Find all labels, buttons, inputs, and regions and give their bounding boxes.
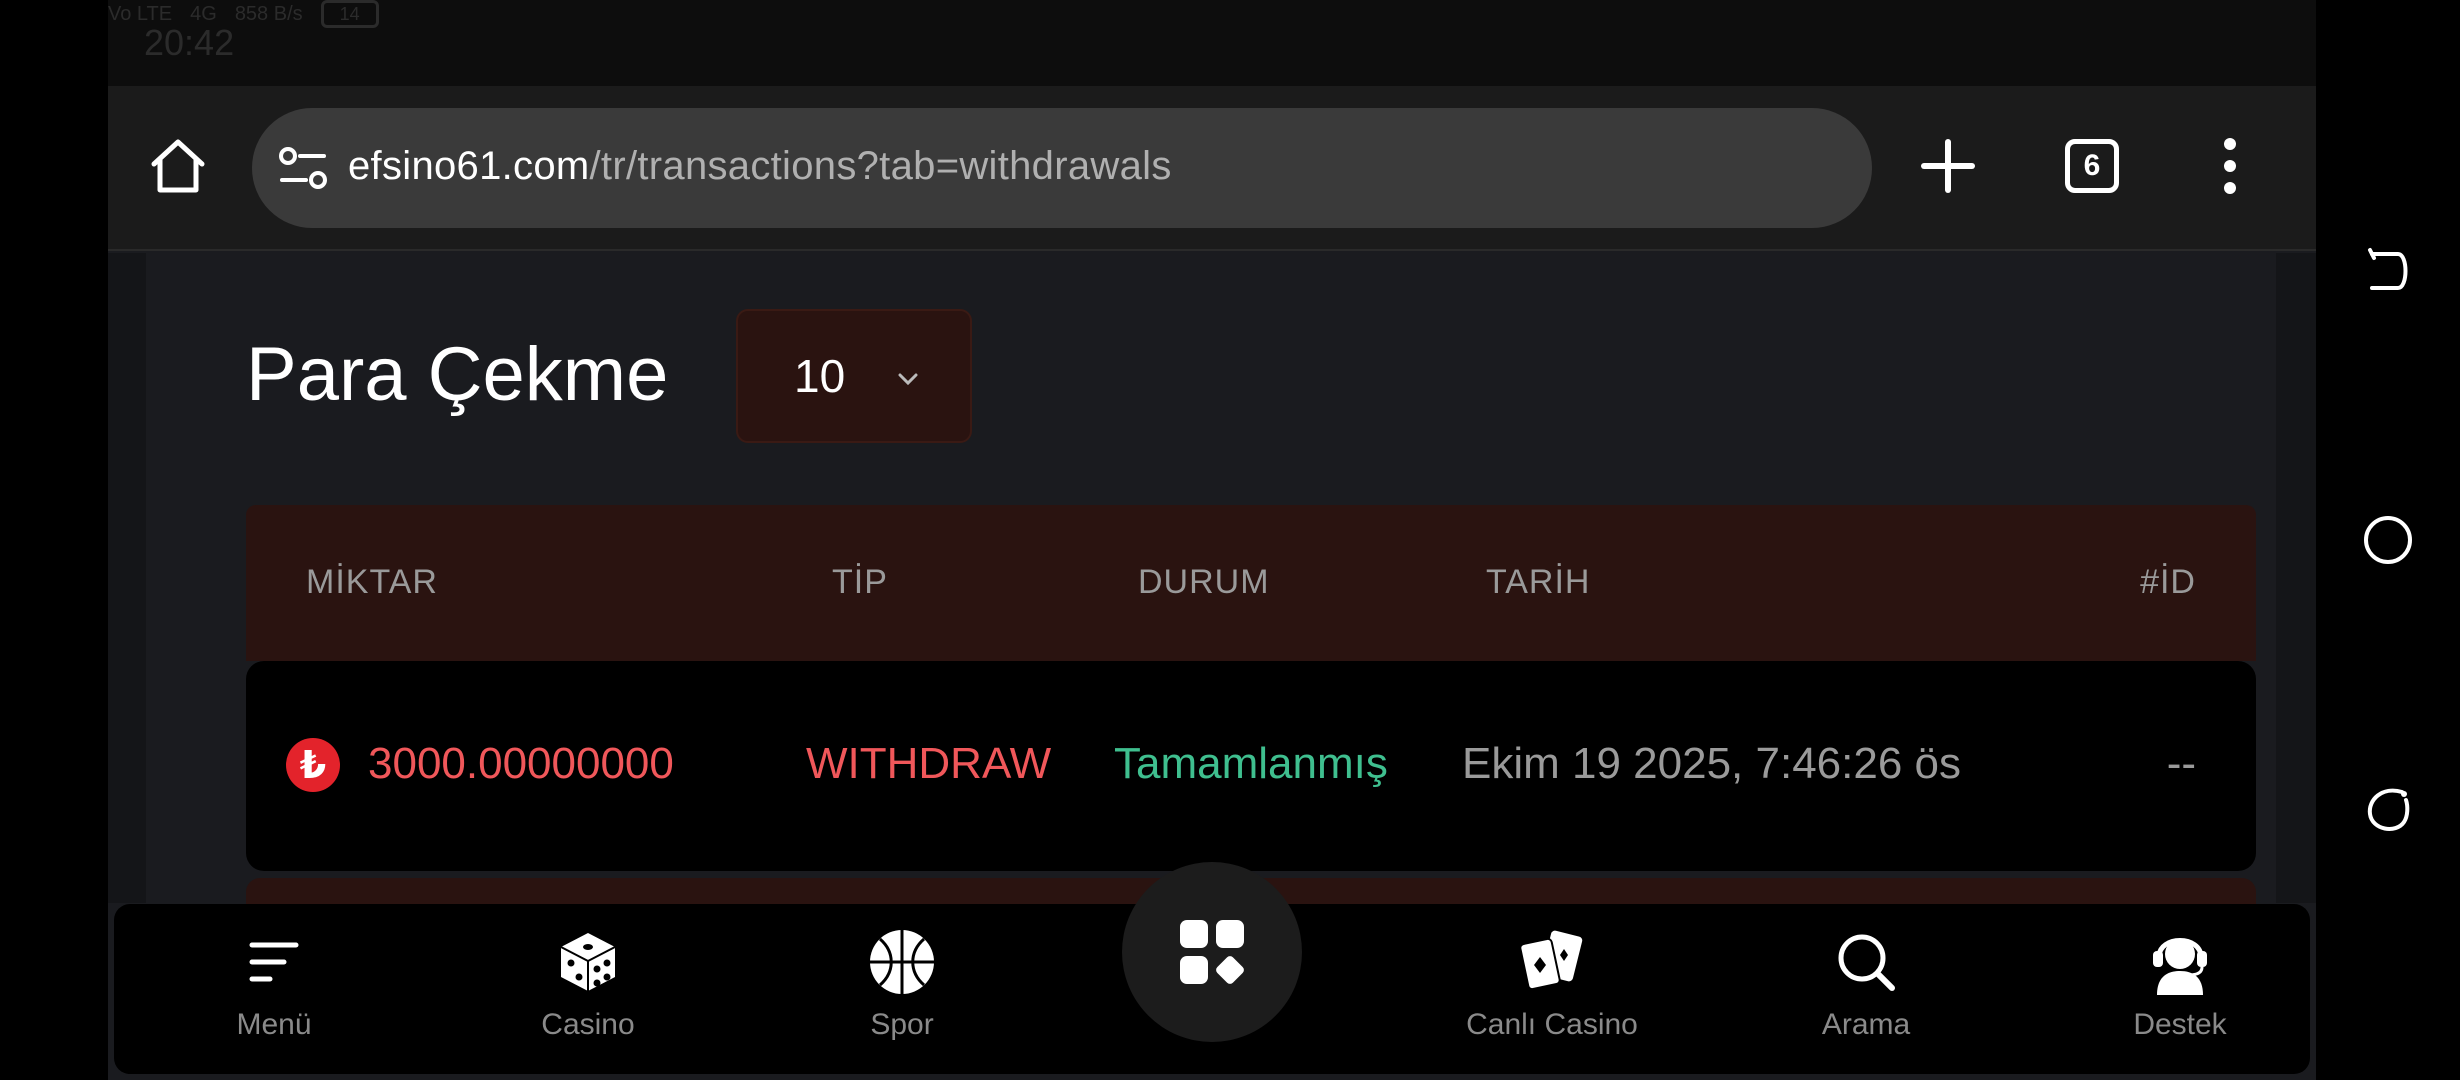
withdrawals-panel: Para Çekme 10 MİKTAR TİP DURUM TARİH #İD… <box>146 253 2276 953</box>
nav-label-menu: Menü <box>236 1008 312 1041</box>
more-options-button[interactable] <box>2202 130 2258 202</box>
nav-label-live-casino: Canlı Casino <box>1466 1008 1638 1041</box>
playing-cards-icon <box>1519 930 1583 991</box>
column-header-id: #İD <box>2140 563 2196 601</box>
support-headset-icon <box>2153 938 2207 995</box>
type-cell: WITHDRAW <box>806 739 1052 788</box>
battery-icon: 14 <box>320 0 379 28</box>
id-cell: -- <box>2166 739 2196 788</box>
url-domain: efsino61.com <box>348 144 590 188</box>
home-icon <box>151 139 205 193</box>
more-vertical-icon <box>2224 138 2236 194</box>
nav-label-search: Arama <box>1821 1008 1911 1041</box>
status-icons: Vo LTE 4G 858 B/s 14 <box>108 0 2316 28</box>
recent-apps-icon[interactable] <box>2360 782 2416 838</box>
menu-icon <box>249 942 299 982</box>
status-bar: 20:42 Vo LTE 4G 858 B/s 14 <box>108 0 2316 86</box>
url-text[interactable]: efsino61.com/tr/transactions?tab=withdra… <box>348 144 1172 189</box>
page-content: Para Çekme 10 MİKTAR TİP DURUM TARİH #İD… <box>108 253 2316 953</box>
plus-icon <box>1921 139 1975 193</box>
tab-count-badge: 6 <box>2065 139 2119 193</box>
phone-screen: 20:42 Vo LTE 4G 858 B/s 14 efsino61.com/… <box>108 0 2316 1080</box>
home-circle-icon[interactable] <box>2360 512 2416 568</box>
nav-item-support[interactable]: Destek <box>2070 924 2290 1064</box>
home-button[interactable] <box>142 130 214 202</box>
browser-toolbar: efsino61.com/tr/transactions?tab=withdra… <box>108 86 2316 251</box>
system-navigation <box>2316 0 2460 1080</box>
nav-label-sports: Spor <box>870 1008 934 1041</box>
page-size-value: 10 <box>794 350 846 402</box>
column-header-amount: MİKTAR <box>306 563 438 601</box>
date-cell: Ekim 19 2025, 7:46:26 ös <box>1462 739 1961 788</box>
search-icon <box>1838 934 1895 991</box>
table-row: ₺ 3000.00000000 WITHDRAW Tamamlanmış Eki… <box>246 661 2256 871</box>
page-size-select[interactable]: 10 <box>736 309 972 443</box>
new-tab-button[interactable] <box>1912 130 1984 202</box>
turkish-lira-icon: ₺ <box>286 738 340 792</box>
status-cell: Tamamlanmış <box>1114 739 1388 788</box>
chevron-down-icon <box>898 373 918 386</box>
nav-item-sports[interactable]: Spor <box>792 924 1012 1064</box>
nav-item-search[interactable]: Arama <box>1756 924 1976 1064</box>
column-header-status: DURUM <box>1138 563 1270 601</box>
speed-indicator: 858 B/s <box>234 3 303 25</box>
dice-icon <box>560 933 616 991</box>
basketball-icon <box>870 930 934 994</box>
url-path: /tr/transactions?tab=withdrawals <box>589 144 1172 188</box>
nav-label-support: Destek <box>2133 1008 2227 1041</box>
table-header: MİKTAR TİP DURUM TARİH #İD <box>246 505 2256 661</box>
column-header-date: TARİH <box>1486 563 1591 601</box>
nav-item-live-casino[interactable]: Canlı Casino <box>1442 924 1662 1064</box>
address-bar[interactable]: efsino61.com/tr/transactions?tab=withdra… <box>252 108 1872 228</box>
nav-item-menu[interactable]: Menü <box>164 924 384 1064</box>
amount-cell: 3000.00000000 <box>368 739 674 788</box>
nav-center-games-button[interactable] <box>1122 862 1302 1042</box>
grid-apps-icon <box>1180 920 1244 984</box>
tab-switcher-button[interactable]: 6 <box>2058 132 2126 200</box>
page-title: Para Çekme <box>246 332 669 417</box>
nav-label-casino: Casino <box>541 1008 635 1041</box>
status-time: 20:42 <box>144 22 235 63</box>
back-icon[interactable] <box>2360 244 2416 300</box>
nav-item-casino[interactable]: Casino <box>478 924 698 1064</box>
site-settings-icon[interactable] <box>278 146 328 190</box>
column-header-type: TİP <box>832 563 888 601</box>
